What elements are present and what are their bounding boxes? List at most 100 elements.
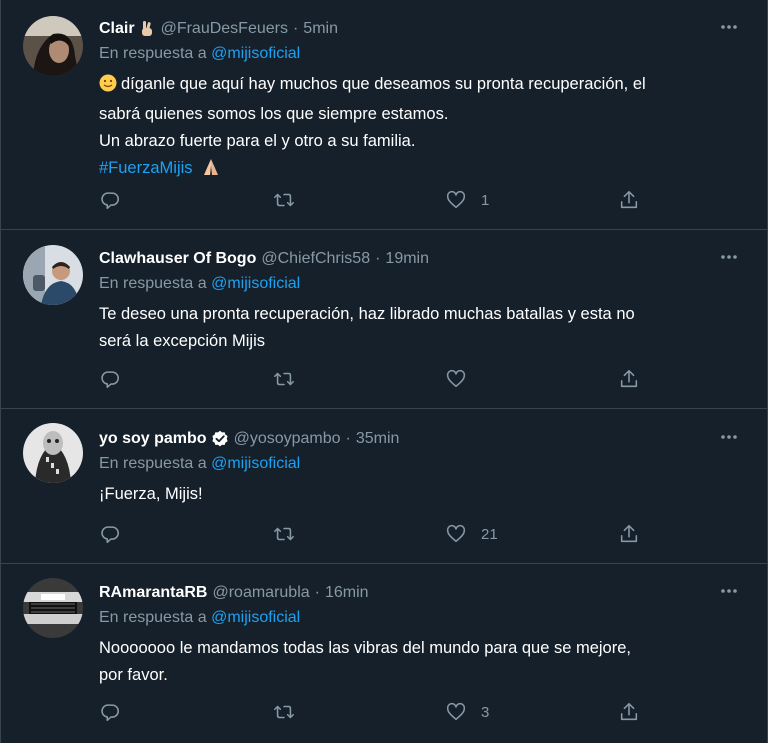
verified-badge-icon [211, 430, 229, 448]
reply-icon [101, 704, 120, 722]
tweet-header: Clair @FrauDesFeuers · 5min [99, 17, 743, 41]
reply-button[interactable] [99, 188, 121, 212]
separator-dot: · [345, 430, 351, 447]
heart-icon [446, 702, 466, 721]
avatar[interactable] [23, 423, 83, 483]
avatar[interactable] [23, 578, 83, 638]
display-name[interactable]: yo soy pambo [99, 430, 207, 448]
share-button[interactable] [618, 367, 640, 391]
tweet-actions [99, 367, 659, 391]
tweet-header: Clawhauser Of Bogo @ChiefChris58 · 19min [99, 247, 743, 271]
avatar[interactable] [23, 16, 83, 76]
slightly-smiling-face-emoji-icon [99, 74, 117, 101]
tweet-text: Te deseo una pronta recuperación, haz li… [99, 301, 743, 355]
more-options-icon[interactable] [715, 17, 743, 37]
more-options-icon[interactable] [715, 247, 743, 267]
tweet-text-line: por favor. [99, 666, 168, 684]
hashtag-link[interactable]: #FuerzaMijis [99, 159, 193, 177]
retweet-button[interactable] [273, 700, 295, 724]
retweet-icon [274, 372, 294, 386]
heart-icon [446, 369, 466, 388]
tweet-text-line: díganle que aquí hay muchos que deseamos… [121, 75, 646, 93]
tweet-text: ¡Fuerza, Mijis! [99, 481, 743, 508]
display-name[interactable]: Clair [99, 20, 135, 38]
timestamp[interactable]: 35min [356, 430, 400, 448]
retweet-button[interactable] [273, 367, 295, 391]
tweet-actions: 21 [99, 522, 659, 546]
reply-prefix: En respuesta a [99, 45, 207, 62]
reply-prefix: En respuesta a [99, 275, 207, 292]
reply-timeline: Clair @FrauDesFeuers · 5min En respuesta… [0, 0, 768, 743]
tweet[interactable]: Clair @FrauDesFeuers · 5min En respuesta… [1, 0, 767, 230]
tweet[interactable]: Clawhauser Of Bogo @ChiefChris58 · 19min… [1, 230, 767, 409]
folded-hands-emoji-icon [201, 158, 221, 185]
share-icon [620, 702, 638, 721]
tweet[interactable]: yo soy pambo @yosoypambo · 35min En resp… [1, 409, 767, 564]
more-options-icon[interactable] [715, 427, 743, 447]
retweet-icon [274, 705, 294, 719]
tweet-text-line: sabrá quienes somos los que siempre esta… [99, 105, 449, 123]
user-handle[interactable]: @yosoypambo [234, 430, 341, 448]
share-icon [620, 190, 638, 209]
reply-context: En respuesta a @mijisoficial [99, 275, 743, 297]
separator-dot: · [375, 250, 381, 267]
share-button[interactable] [618, 522, 640, 546]
user-handle[interactable]: @FrauDesFeuers [161, 20, 288, 38]
retweet-button[interactable] [273, 522, 295, 546]
like-button[interactable]: 21 [445, 522, 498, 546]
tweet-text-line: Un abrazo fuerte para el y otro a su fam… [99, 132, 416, 150]
tweet-text-line: ¡Fuerza, Mijis! [99, 485, 203, 503]
tweet-text: díganle que aquí hay muchos que deseamos… [99, 71, 743, 185]
display-name[interactable]: RAmarantaRB [99, 584, 207, 602]
reply-mention-link[interactable]: @mijisoficial [211, 45, 300, 62]
user-handle[interactable]: @roamarubla [212, 584, 309, 602]
separator-dot: · [292, 20, 299, 37]
retweet-icon [274, 527, 294, 541]
reply-button[interactable] [99, 700, 121, 724]
reply-context: En respuesta a @mijisoficial [99, 455, 743, 477]
reply-icon [101, 526, 120, 544]
tweet-header: RAmarantaRB @roamarubla · 16min [99, 581, 743, 605]
separator-dot: · [314, 584, 320, 601]
tweet[interactable]: RAmarantaRB @roamarubla · 16min En respu… [1, 564, 767, 743]
tweet-text-line: será la excepción Mijis [99, 332, 265, 350]
share-button[interactable] [618, 700, 640, 724]
share-icon [620, 369, 638, 388]
share-icon [620, 524, 638, 543]
like-button[interactable]: 3 [445, 700, 489, 724]
like-count: 3 [481, 703, 490, 721]
reply-context: En respuesta a @mijisoficial [99, 45, 743, 67]
tweet-actions: 1 [99, 188, 659, 212]
retweet-icon [274, 193, 294, 207]
reply-icon [101, 192, 120, 210]
like-button[interactable] [445, 367, 481, 391]
share-button[interactable] [618, 188, 640, 212]
user-handle[interactable]: @ChiefChris58 [261, 250, 370, 268]
reply-prefix: En respuesta a [99, 609, 207, 626]
timestamp[interactable]: 16min [325, 584, 369, 602]
reply-mention-link[interactable]: @mijisoficial [211, 455, 300, 472]
tweet-text: Nooooooo le mandamos todas las vibras de… [99, 635, 743, 689]
avatar[interactable] [23, 245, 83, 305]
victory-hand-emoji-icon [138, 20, 156, 38]
reply-icon [101, 371, 120, 389]
tweet-text-line: Nooooooo le mandamos todas las vibras de… [99, 639, 631, 657]
reply-context: En respuesta a @mijisoficial [99, 609, 743, 631]
reply-prefix: En respuesta a [99, 455, 207, 472]
like-button[interactable]: 1 [445, 188, 489, 212]
reply-button[interactable] [99, 367, 121, 391]
timestamp[interactable]: 19min [385, 250, 429, 268]
heart-icon [446, 524, 466, 543]
reply-mention-link[interactable]: @mijisoficial [211, 609, 300, 626]
tweet-actions: 3 [99, 700, 659, 724]
heart-icon [446, 190, 466, 209]
tweet-header: yo soy pambo @yosoypambo · 35min [99, 427, 743, 451]
reply-button[interactable] [99, 522, 121, 546]
timestamp[interactable]: 5min [303, 20, 338, 38]
like-count: 21 [481, 525, 498, 543]
retweet-button[interactable] [273, 188, 295, 212]
display-name[interactable]: Clawhauser Of Bogo [99, 250, 256, 268]
tweet-text-line: Te deseo una pronta recuperación, haz li… [99, 305, 635, 323]
more-options-icon[interactable] [715, 581, 743, 601]
reply-mention-link[interactable]: @mijisoficial [211, 275, 300, 292]
